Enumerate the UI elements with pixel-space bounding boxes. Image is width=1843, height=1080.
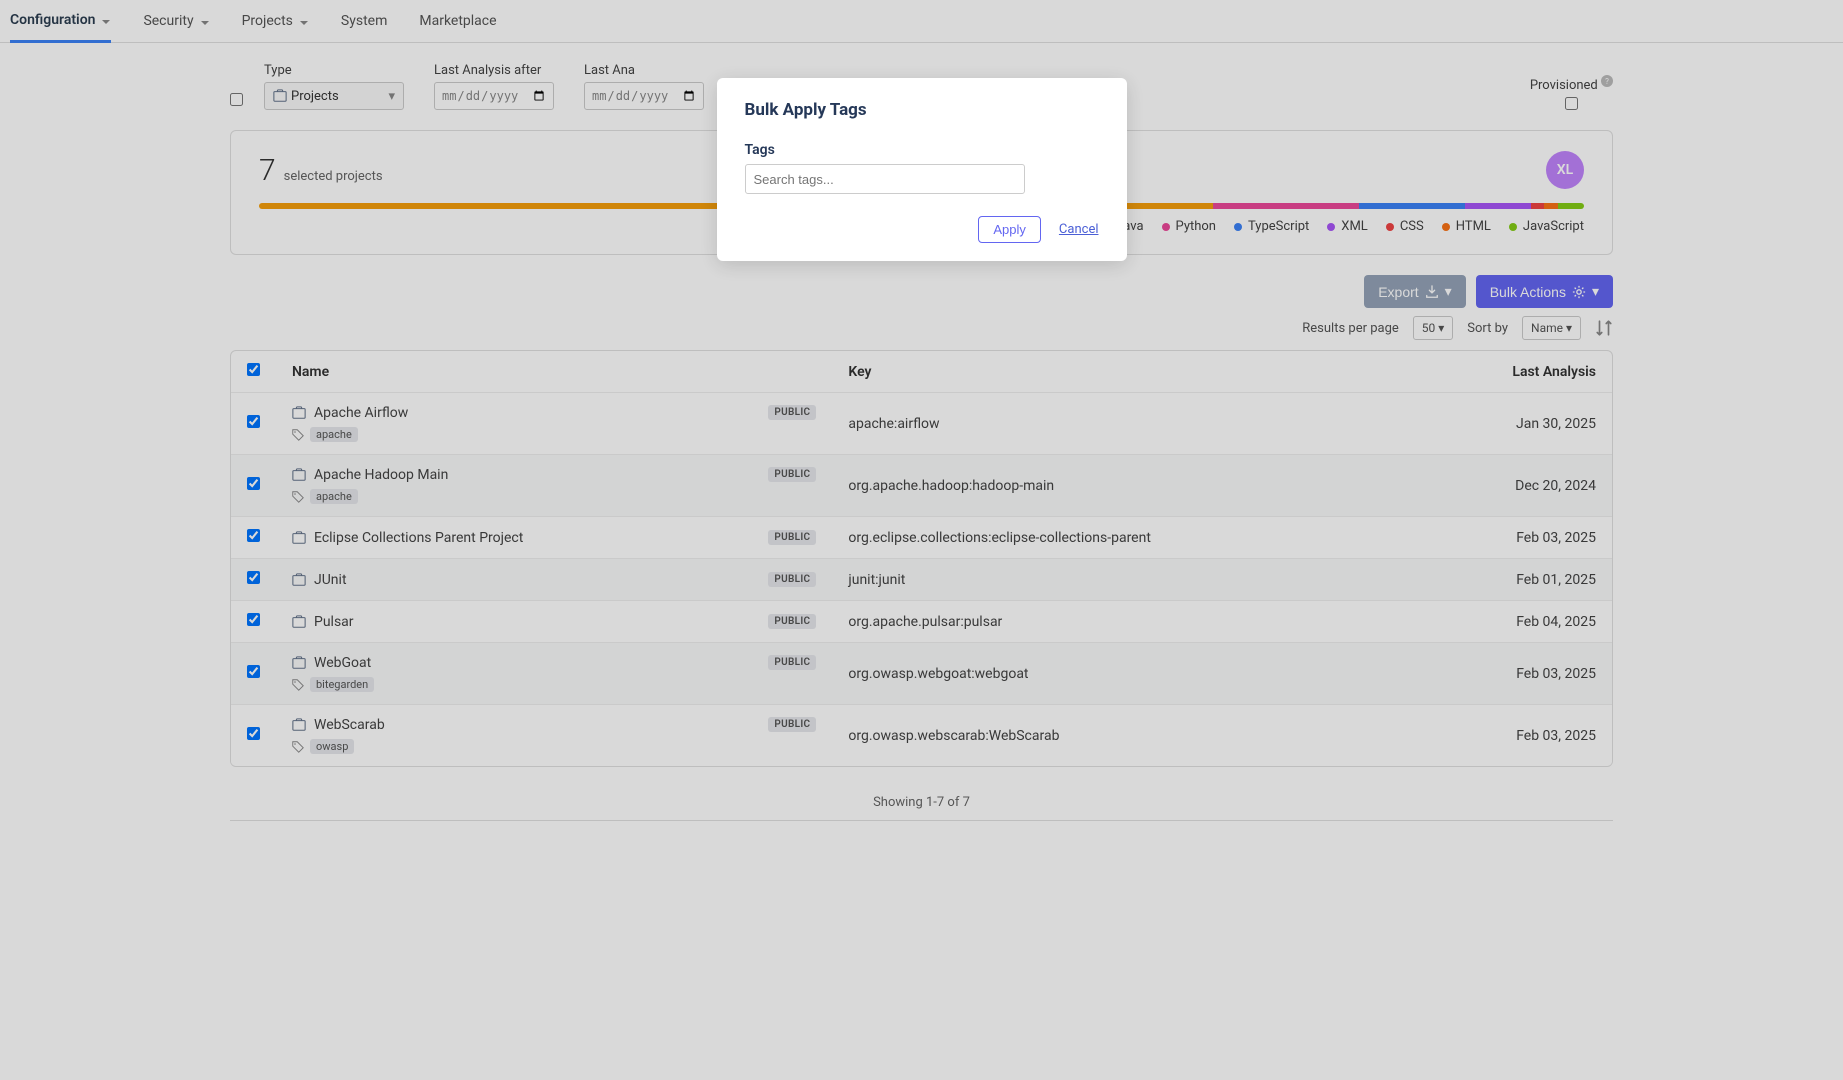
tags-search-input[interactable] [745,164,1025,194]
apply-button[interactable]: Apply [978,216,1041,243]
bulk-apply-tags-modal: Bulk Apply Tags Tags Apply Cancel [717,78,1127,261]
modal-title: Bulk Apply Tags [745,100,1099,120]
tags-field-label: Tags [745,142,1099,158]
cancel-link[interactable]: Cancel [1059,222,1099,237]
